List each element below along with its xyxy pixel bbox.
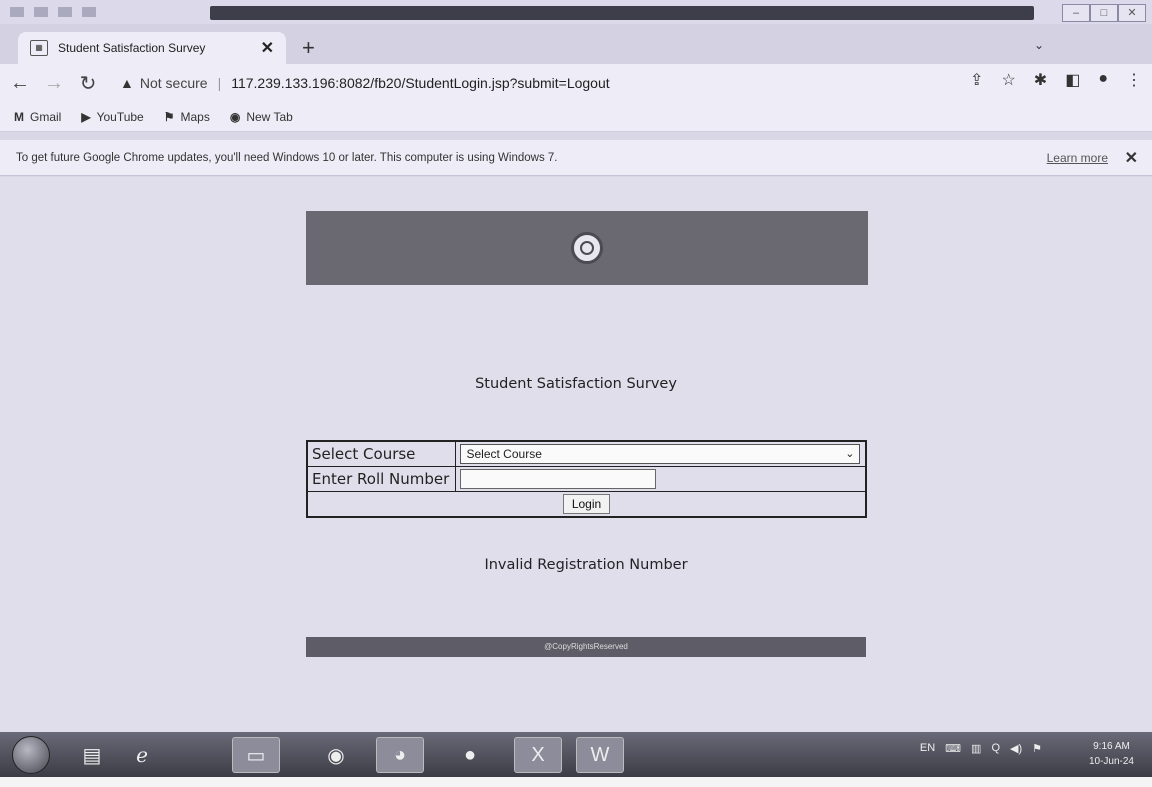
course-label: Select Course: [306, 440, 456, 467]
back-arrow-icon[interactable]: ←: [6, 72, 34, 95]
search-icon[interactable]: Q: [991, 742, 1000, 755]
start-button[interactable]: [12, 736, 50, 774]
youtube-icon: ▶: [81, 109, 91, 124]
roll-row: Enter Roll Number: [306, 466, 867, 492]
address-separator: |: [217, 75, 222, 91]
qa-icon[interactable]: [82, 7, 96, 17]
learn-more-link[interactable]: Learn more: [1047, 151, 1108, 165]
login-cell: Login: [306, 491, 867, 518]
update-infobar: To get future Google Chrome updates, you…: [0, 140, 1152, 176]
tab-close-icon[interactable]: ✕: [261, 38, 274, 58]
login-row: Login: [306, 491, 867, 518]
error-message: Invalid Registration Number: [484, 557, 688, 573]
site-favicon-icon: ▦: [30, 40, 48, 56]
bookmark-maps[interactable]: ⚑ Maps: [164, 110, 210, 124]
profile-avatar-icon[interactable]: ●: [1098, 70, 1108, 90]
forward-arrow-icon[interactable]: →: [40, 72, 68, 95]
photo-bottom-edge: [0, 777, 1152, 787]
windows-taskbar: ▤ ℯ ▭ ◉ ◕ ● X W EN ⌨ ▥ Q ◀) ⚑ 9:16 AM 10…: [0, 732, 1152, 777]
network-icon[interactable]: ▥: [971, 742, 981, 755]
bookmark-star-icon[interactable]: ☆: [1001, 70, 1015, 90]
address-bar[interactable]: ▲ Not secure | 117.239.133.196:8082/fb20…: [120, 70, 940, 96]
bookmark-new-tab[interactable]: ◉ New Tab: [230, 110, 293, 124]
bookmarks-bar: M Gmail ▶ YouTube ⚑ Maps ◉ New Tab: [0, 102, 1152, 132]
roll-number-label: Enter Roll Number: [306, 466, 456, 492]
titlebar-caption: [210, 6, 1034, 20]
qa-icon[interactable]: [10, 7, 24, 17]
bookmark-youtube[interactable]: ▶ YouTube: [81, 110, 143, 124]
volume-icon[interactable]: ◀): [1010, 742, 1022, 755]
roll-number-input[interactable]: [459, 469, 656, 489]
bookmark-label: Maps: [180, 109, 210, 124]
browser-app-icon[interactable]: ●: [446, 737, 494, 773]
gmail-icon: M: [14, 109, 24, 124]
university-emblem-icon: [571, 232, 603, 264]
clock-time: 9:16 AM: [1093, 741, 1130, 752]
security-label[interactable]: Not secure: [140, 75, 208, 91]
course-select-cell: Select Course ⌄: [454, 440, 867, 467]
page-content: Student Satisfaction Survey Select Cours…: [0, 177, 1152, 732]
system-tray: EN ⌨ ▥ Q ◀) ⚑: [920, 742, 1042, 755]
language-indicator[interactable]: EN: [920, 742, 935, 755]
clock-date: 10-Jun-24: [1088, 756, 1134, 767]
course-select[interactable]: Select Course ⌄: [459, 444, 860, 464]
side-panel-icon[interactable]: ◧: [1065, 70, 1080, 90]
flag-icon[interactable]: ⚑: [1032, 742, 1042, 755]
reload-icon[interactable]: ↻: [74, 71, 102, 96]
keyboard-icon[interactable]: ⌨: [945, 742, 961, 755]
window-titlebar: – □ ✕: [0, 0, 1152, 24]
roll-input-cell: [454, 466, 867, 492]
folder-icon[interactable]: ▭: [232, 737, 280, 773]
close-window-button[interactable]: ✕: [1118, 4, 1146, 22]
login-form: Select Course Select Course ⌄ Enter Roll…: [306, 440, 867, 518]
minimize-button[interactable]: –: [1062, 4, 1090, 22]
menu-kebab-icon[interactable]: ⋮: [1126, 70, 1142, 90]
course-select-value: Select Course: [466, 447, 542, 461]
qa-icon[interactable]: [34, 7, 48, 17]
new-tab-button[interactable]: +: [302, 37, 315, 59]
window-controls: – □ ✕: [1062, 4, 1146, 22]
maps-icon: ⚑: [163, 109, 175, 124]
extensions-puzzle-icon[interactable]: ✱: [1034, 70, 1047, 90]
chrome-icon[interactable]: ◕: [376, 737, 424, 773]
word-icon[interactable]: W: [576, 737, 624, 773]
tab-search-chevron-icon[interactable]: ⌄: [1034, 38, 1044, 52]
chevron-down-icon: ⌄: [845, 448, 855, 460]
tab-title: Student Satisfaction Survey: [58, 41, 206, 55]
course-row: Select Course Select Course ⌄: [306, 440, 867, 467]
login-button[interactable]: Login: [562, 494, 611, 514]
bookmark-gmail[interactable]: M Gmail: [14, 110, 61, 124]
quick-access-icons: [10, 7, 210, 19]
clock[interactable]: 9:16 AM 10-Jun-24: [1089, 739, 1134, 769]
footer-copyright: @CopyRightsReserved: [306, 637, 866, 657]
bookmark-label: YouTube: [96, 109, 144, 124]
qa-icon[interactable]: [58, 7, 72, 17]
excel-icon[interactable]: X: [514, 737, 562, 773]
infobar-close-icon[interactable]: ✕: [1125, 148, 1138, 168]
globe-icon: ◉: [229, 109, 241, 124]
tab-student-survey[interactable]: ▦ Student Satisfaction Survey ✕: [18, 32, 286, 64]
internet-explorer-icon[interactable]: ℯ: [118, 737, 166, 773]
header-banner: [306, 211, 868, 285]
warning-triangle-icon[interactable]: ▲: [120, 75, 134, 91]
toolbar-icons: ⇪ ☆ ✱ ◧ ● ⋮: [970, 70, 1142, 90]
browser-toolbar: ← → ↻ ▲ Not secure | 117.239.133.196:808…: [0, 64, 1152, 102]
maximize-button[interactable]: □: [1090, 4, 1118, 22]
bookmark-label: New Tab: [246, 109, 293, 124]
media-player-icon[interactable]: ◉: [312, 737, 360, 773]
tab-bar: ▦ Student Satisfaction Survey ✕ + ⌄: [0, 24, 1152, 64]
share-icon[interactable]: ⇪: [970, 70, 983, 90]
page-title: Student Satisfaction Survey: [475, 376, 677, 392]
bookmark-label: Gmail: [30, 109, 62, 124]
infobar-message: To get future Google Chrome updates, you…: [16, 151, 558, 164]
url-text[interactable]: 117.239.133.196:8082/fb20/StudentLogin.j…: [231, 75, 609, 91]
explorer-icon[interactable]: ▤: [68, 737, 116, 773]
